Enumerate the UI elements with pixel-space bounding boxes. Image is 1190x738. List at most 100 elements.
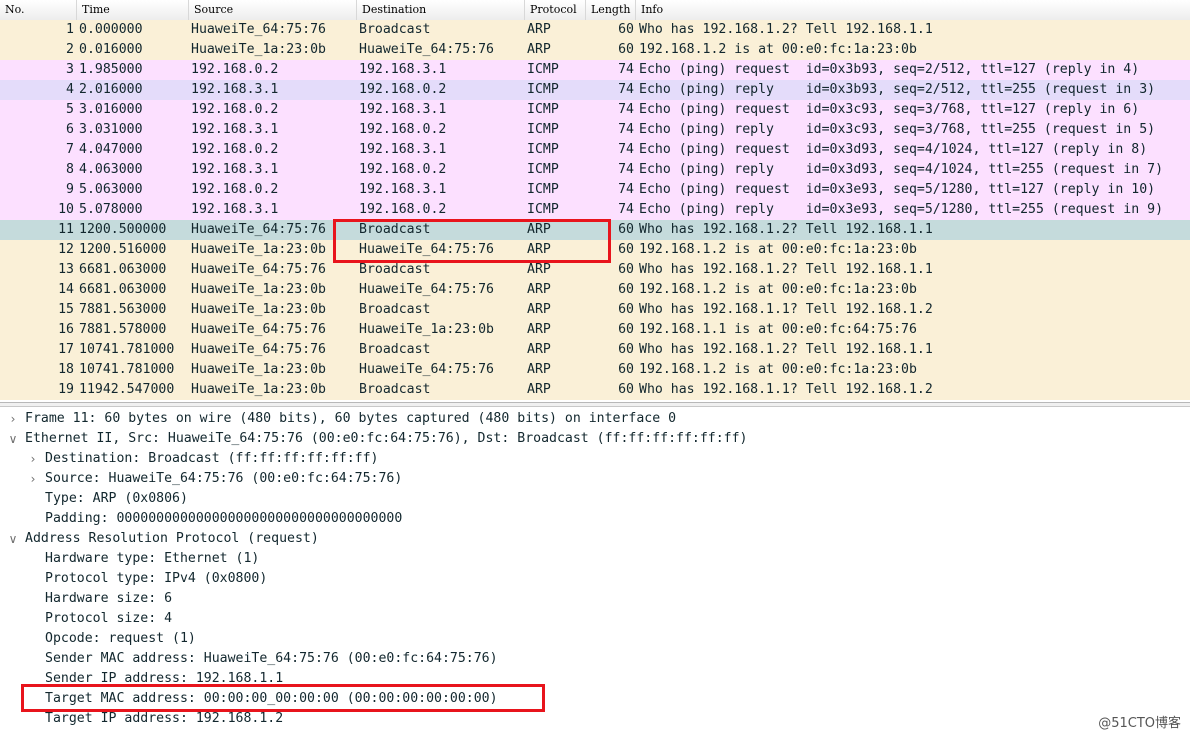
packet-time-cell: 4.047000: [79, 142, 143, 157]
packet-details-pane[interactable]: › Frame 11: 60 bytes on wire (480 bits), …: [0, 407, 1190, 738]
packet-no-cell: 14: [58, 282, 74, 297]
packet-row[interactable]: 9 5.063000 192.168.0.2 192.168.3.1 ICMP 74 Ech…: [0, 180, 1190, 200]
packet-row[interactable]: 6 3.031000 192.168.3.1 192.168.0.2 ICMP 74 Ech…: [0, 120, 1190, 140]
chevron-right-icon[interactable]: ›: [26, 449, 40, 469]
packet-list-pane[interactable]: No. Time Source Destination Protocol Len…: [0, 0, 1190, 402]
packet-info-cell: Echo (ping) reply id=0x3c93, seq=3/768, …: [639, 122, 1156, 137]
detail-tree-item[interactable]: › Frame 11: 60 bytes on wire (480 bits), …: [0, 409, 1190, 429]
packet-row[interactable]: 14 6681.063000 HuaweiTe_1a:23:0b HuaweiTe_6…: [0, 280, 1190, 300]
packet-row[interactable]: 5 3.016000 192.168.0.2 192.168.3.1 ICMP 74 Ech…: [0, 100, 1190, 120]
packet-protocol-cell: ICMP: [527, 202, 559, 217]
packet-source-cell: 192.168.3.1: [191, 82, 279, 97]
column-header-time[interactable]: Time: [77, 0, 189, 20]
packet-protocol-cell: ICMP: [527, 122, 559, 137]
packet-no-cell: 6: [66, 122, 74, 137]
packet-protocol-cell: ARP: [527, 262, 551, 277]
detail-tree-label: Opcode: request (1): [45, 631, 196, 646]
packet-source-cell: 192.168.0.2: [191, 142, 279, 157]
detail-tree-item[interactable]: Protocol type: IPv4 (0x0800): [0, 569, 1190, 589]
column-header-source[interactable]: Source: [189, 0, 357, 20]
detail-tree-label: Source: HuaweiTe_64:75:76 (00:e0:fc:64:7…: [45, 471, 403, 486]
packet-row[interactable]: 17 10741.781000 HuaweiTe_64:75:76 Broadcast…: [0, 340, 1190, 360]
detail-tree-label: Target IP address: 192.168.1.2: [45, 711, 284, 726]
chevron-down-icon[interactable]: ∨: [6, 529, 20, 549]
packet-row[interactable]: 1 0.000000 HuaweiTe_64:75:76 Broadcast ARP 60…: [0, 20, 1190, 40]
packet-destination-cell: 192.168.3.1: [359, 182, 447, 197]
packet-info-cell: 192.168.1.2 is at 00:e0:fc:1a:23:0b: [639, 42, 917, 57]
packet-row[interactable]: 3 1.985000 192.168.0.2 192.168.3.1 ICMP 74 Ech…: [0, 60, 1190, 80]
detail-tree-item[interactable]: Hardware type: Ethernet (1): [0, 549, 1190, 569]
detail-tree-item[interactable]: ∨ Address Resolution Protocol (request): [0, 529, 1190, 549]
column-header-destination[interactable]: Destination: [357, 0, 525, 20]
packet-row[interactable]: 7 4.047000 192.168.0.2 192.168.3.1 ICMP 74 Ech…: [0, 140, 1190, 160]
packet-protocol-cell: ARP: [527, 382, 551, 397]
packet-no-cell: 12: [58, 242, 74, 257]
packet-length-cell: 74: [618, 202, 634, 217]
packet-source-cell: HuaweiTe_1a:23:0b: [191, 242, 326, 257]
packet-info-cell: Echo (ping) request id=0x3b93, seq=2/512…: [639, 62, 1140, 77]
packet-length-cell: 74: [618, 62, 634, 77]
detail-tree-item[interactable]: › Source: HuaweiTe_64:75:76 (00:e0:fc:64:…: [0, 469, 1190, 489]
packet-no-cell: 16: [58, 322, 74, 337]
packet-row[interactable]: 2 0.016000 HuaweiTe_1a:23:0b HuaweiTe_64:75…: [0, 40, 1190, 60]
chevron-right-icon[interactable]: ›: [26, 469, 40, 489]
detail-tree-item[interactable]: Padding: 0000000000000000000000000000000…: [0, 509, 1190, 529]
column-header-length[interactable]: Length: [586, 0, 636, 20]
packet-protocol-cell: ARP: [527, 282, 551, 297]
packet-row[interactable]: 19 11942.547000 HuaweiTe_1a:23:0b Broadcast…: [0, 380, 1190, 400]
packet-protocol-cell: ARP: [527, 22, 551, 37]
packet-row[interactable]: 4 2.016000 192.168.3.1 192.168.0.2 ICMP 74 Ech…: [0, 80, 1190, 100]
detail-tree-item[interactable]: Sender IP address: 192.168.1.1: [0, 669, 1190, 689]
packet-row[interactable]: 13 6681.063000 HuaweiTe_64:75:76 Broadcast A…: [0, 260, 1190, 280]
detail-tree-item[interactable]: Opcode: request (1): [0, 629, 1190, 649]
packet-row[interactable]: 12 1200.516000 HuaweiTe_1a:23:0b HuaweiTe_6…: [0, 240, 1190, 260]
packet-list-header: No. Time Source Destination Protocol Len…: [0, 0, 1190, 21]
packet-time-cell: 0.016000: [79, 42, 143, 57]
chevron-right-icon[interactable]: ›: [6, 409, 20, 429]
packet-no-cell: 15: [58, 302, 74, 317]
packet-destination-cell: Broadcast: [359, 302, 431, 317]
detail-tree-label: Padding: 0000000000000000000000000000000…: [45, 511, 403, 526]
packet-destination-cell: 192.168.0.2: [359, 122, 447, 137]
packet-time-cell: 1200.500000: [79, 222, 167, 237]
packet-time-cell: 5.063000: [79, 182, 143, 197]
detail-tree-item[interactable]: › Destination: Broadcast (ff:ff:ff:ff:ff:…: [0, 449, 1190, 469]
chevron-down-icon[interactable]: ∨: [6, 429, 20, 449]
detail-tree-item[interactable]: Target MAC address: 00:00:00_00:00:00 (0…: [0, 689, 1190, 709]
detail-tree-item[interactable]: Protocol size: 4: [0, 609, 1190, 629]
packet-time-cell: 2.016000: [79, 82, 143, 97]
packet-protocol-cell: ICMP: [527, 182, 559, 197]
packet-row[interactable]: 8 4.063000 192.168.3.1 192.168.0.2 ICMP 74 Ech…: [0, 160, 1190, 180]
packet-row[interactable]: 18 10741.781000 HuaweiTe_1a:23:0b HuaweiTe_…: [0, 360, 1190, 380]
packet-row[interactable]: 10 5.078000 192.168.3.1 192.168.0.2 ICMP 74 Ec…: [0, 200, 1190, 220]
column-header-no[interactable]: No.: [0, 0, 77, 20]
packet-protocol-cell: ARP: [527, 322, 551, 337]
packet-source-cell: 192.168.0.2: [191, 102, 279, 117]
column-header-info[interactable]: Info: [636, 0, 1190, 20]
detail-tree-label: Hardware type: Ethernet (1): [45, 551, 260, 566]
packet-row[interactable]: 16 7881.578000 HuaweiTe_64:75:76 HuaweiTe_1…: [0, 320, 1190, 340]
packet-destination-cell: Broadcast: [359, 262, 431, 277]
detail-tree-item[interactable]: Type: ARP (0x0806): [0, 489, 1190, 509]
packet-protocol-cell: ICMP: [527, 102, 559, 117]
detail-tree-item[interactable]: Target IP address: 192.168.1.2: [0, 709, 1190, 729]
packet-row[interactable]: 11 1200.500000 HuaweiTe_64:75:76 Broadcast A…: [0, 220, 1190, 240]
packet-details-tree: › Frame 11: 60 bytes on wire (480 bits), …: [0, 409, 1190, 729]
packet-destination-cell: HuaweiTe_1a:23:0b: [359, 322, 494, 337]
packet-destination-cell: HuaweiTe_64:75:76: [359, 282, 494, 297]
packet-protocol-cell: ARP: [527, 242, 551, 257]
packet-info-cell: 192.168.1.2 is at 00:e0:fc:1a:23:0b: [639, 242, 917, 257]
packet-no-cell: 17: [58, 342, 74, 357]
packet-row[interactable]: 15 7881.563000 HuaweiTe_1a:23:0b Broadcast A…: [0, 300, 1190, 320]
detail-tree-item[interactable]: Sender MAC address: HuaweiTe_64:75:76 (0…: [0, 649, 1190, 669]
detail-tree-item[interactable]: Hardware size: 6: [0, 589, 1190, 609]
packet-time-cell: 11942.547000: [79, 382, 175, 397]
packet-no-cell: 4: [66, 82, 74, 97]
packet-time-cell: 10741.781000: [79, 362, 175, 377]
packet-length-cell: 60: [618, 42, 634, 57]
detail-tree-item[interactable]: ∨ Ethernet II, Src: HuaweiTe_64:75:76 (00…: [0, 429, 1190, 449]
packet-source-cell: 192.168.0.2: [191, 182, 279, 197]
packet-protocol-cell: ARP: [527, 302, 551, 317]
column-header-protocol[interactable]: Protocol: [525, 0, 586, 20]
packet-no-cell: 8: [66, 162, 74, 177]
